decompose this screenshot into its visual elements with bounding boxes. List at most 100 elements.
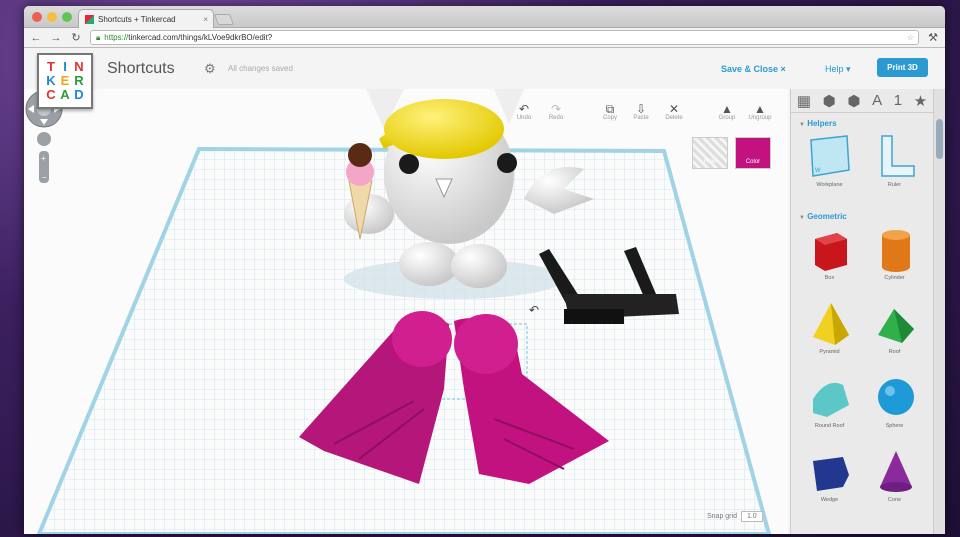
reload-icon[interactable]: ↻ — [70, 31, 82, 44]
gear-icon[interactable]: ⚙ — [204, 61, 216, 77]
cone-shape[interactable]: Cone — [862, 447, 927, 517]
pyramid-shape-icon — [812, 303, 849, 345]
help-menu[interactable]: Help ▾ — [825, 64, 851, 75]
sidebar-scrollbar[interactable] — [933, 89, 945, 534]
address-bar[interactable]: 🔒︎ https://tinkercad.com/things/kLVoe9dk… — [90, 30, 919, 45]
paste-icon: ⇩ — [635, 102, 647, 116]
color-label: Color — [745, 159, 761, 165]
logo-letter: K — [46, 73, 56, 88]
sphere-tab-icon[interactable]: ⬢ — [847, 92, 860, 110]
helpers-grid: W Workplane Ruler — [791, 128, 933, 206]
scene-canvas[interactable]: ↶ — [24, 89, 788, 534]
group-icon: ▲ — [721, 102, 733, 116]
cone-shape-icon — [879, 451, 912, 492]
redo-button[interactable]: ↷ Redo — [536, 103, 576, 121]
roof-shape-icon — [877, 309, 914, 343]
save-status: All changes saved — [228, 64, 293, 73]
sphere-shape-icon — [877, 379, 914, 415]
window-controls — [32, 12, 72, 22]
svg-text:+: + — [41, 154, 46, 163]
workplane-tab-icon[interactable]: ▦ — [797, 92, 811, 110]
round-roof-shape-icon — [812, 382, 849, 417]
snap-grid-control: Snap grid 1.0 — [707, 511, 763, 522]
ruler-shape[interactable]: Ruler — [862, 132, 927, 202]
tool-label: Undo — [516, 115, 532, 121]
redo-icon: ↷ — [550, 102, 562, 116]
url-text: tinkercad.com/things/kLVoe9dkrBO/edit? — [128, 33, 273, 42]
box-label: Box — [824, 275, 835, 281]
cylinder-shape[interactable]: Cylinder — [862, 225, 927, 295]
helpers-title: Helpers — [807, 119, 837, 128]
number-tab-icon[interactable]: 1 — [894, 92, 902, 109]
sphere-label: Sphere — [885, 423, 904, 429]
print-3d-button[interactable]: Print 3D — [877, 58, 928, 77]
logo-letter: N — [74, 59, 84, 74]
design-title[interactable]: Shortcuts — [107, 60, 175, 78]
roof-label: Roof — [888, 349, 901, 355]
tinkercad-logo[interactable]: TIN KER CAD — [37, 53, 93, 109]
hole-tile[interactable]: Hole — [692, 137, 728, 169]
wedge-shape[interactable]: Wedge — [797, 447, 862, 517]
helpers-section-title[interactable]: ▼ Helpers — [791, 113, 933, 128]
ungroup-icon: ▲ — [754, 102, 766, 116]
back-arrow-icon[interactable]: ← — [30, 32, 42, 44]
text-tab-icon[interactable]: A — [872, 92, 882, 109]
workplane-shape[interactable]: W Workplane — [797, 132, 862, 202]
wrench-icon[interactable]: ⚒ — [927, 31, 939, 44]
cylinder-shape-icon — [881, 230, 910, 272]
cylinder-label: Cylinder — [884, 275, 905, 281]
browser-toolbar: ← → ↻ 🔒︎ https://tinkercad.com/things/kL… — [24, 28, 945, 48]
tool-label: Redo — [548, 115, 564, 121]
bookmark-star-icon[interactable]: ☆ — [907, 33, 914, 42]
tool-label: Ungroup — [748, 115, 772, 121]
undo-icon: ↶ — [518, 102, 530, 116]
cube-tab-icon[interactable]: ⬢ — [823, 92, 836, 110]
tab-title: Shortcuts + Tinkercad — [98, 14, 176, 24]
tool-label: Paste — [633, 115, 649, 121]
save-close-button[interactable]: Save & Close × — [721, 64, 786, 74]
wedge-shape-icon — [812, 457, 849, 491]
rotate-handle-icon[interactable]: ↶ — [529, 303, 539, 317]
workplane-viewport[interactable]: ↶ + − ? ↶Undo↷Redo⧉Copy⇩Paste✕Delete▲Gro… — [24, 89, 788, 534]
scrollbar-thumb[interactable] — [936, 119, 943, 159]
geometric-section-title[interactable]: ▼ Geometric — [791, 206, 933, 221]
logo-letter: E — [60, 73, 70, 88]
roof-shape[interactable]: Roof — [862, 299, 927, 369]
svg-text:W: W — [815, 168, 821, 174]
close-window-button[interactable] — [32, 12, 42, 22]
triangle-down-icon: ▼ — [799, 122, 805, 128]
delete-icon: ✕ — [668, 102, 680, 116]
box-shape[interactable]: Box — [797, 225, 862, 295]
browser-tab[interactable]: Shortcuts + Tinkercad × — [78, 9, 214, 28]
browser-window: Shortcuts + Tinkercad × ← → ↻ 🔒︎ https:/… — [24, 6, 945, 534]
ungroup-button[interactable]: ▲ Ungroup — [740, 103, 780, 121]
sphere-shape[interactable]: Sphere — [862, 373, 927, 443]
pyramid-label: Pyramid — [819, 349, 840, 355]
forward-arrow-icon[interactable]: → — [50, 32, 62, 44]
pyramid-shape[interactable]: Pyramid — [797, 299, 862, 369]
hole-label: Hole — [703, 159, 717, 165]
snap-grid-select[interactable]: 1.0 — [740, 511, 763, 522]
color-tile[interactable]: Color — [735, 137, 771, 169]
tinkercad-favicon-icon — [85, 14, 94, 24]
cone-label: Cone — [887, 497, 902, 503]
star-tab-icon[interactable]: ★ — [914, 92, 927, 110]
logo-letter: D — [74, 87, 84, 102]
zoom-window-button[interactable] — [62, 12, 72, 22]
logo-letter: I — [63, 59, 67, 74]
triangle-down-icon: ▼ — [799, 215, 805, 221]
copy-icon: ⧉ — [605, 102, 615, 116]
tool-label: Delete — [665, 115, 683, 121]
minimize-window-button[interactable] — [47, 12, 57, 22]
tab-close-icon[interactable]: × — [203, 15, 208, 24]
svg-text:−: − — [42, 173, 47, 182]
logo-letter: A — [60, 87, 70, 102]
new-tab-button[interactable] — [213, 14, 235, 25]
round-roof-shape[interactable]: Round Roof — [797, 373, 862, 443]
logo-letter: R — [74, 73, 84, 88]
box-shape-icon — [814, 233, 847, 271]
workplane-shape-icon: W — [809, 135, 850, 177]
shapes-sidebar: ▦ ⬢ ⬢ A 1 ★ ▼ Helpers W Workplane Ruler ▼ Geo… — [790, 89, 933, 534]
delete-button[interactable]: ✕ Delete — [654, 103, 694, 121]
logo-letter: C — [46, 87, 56, 102]
